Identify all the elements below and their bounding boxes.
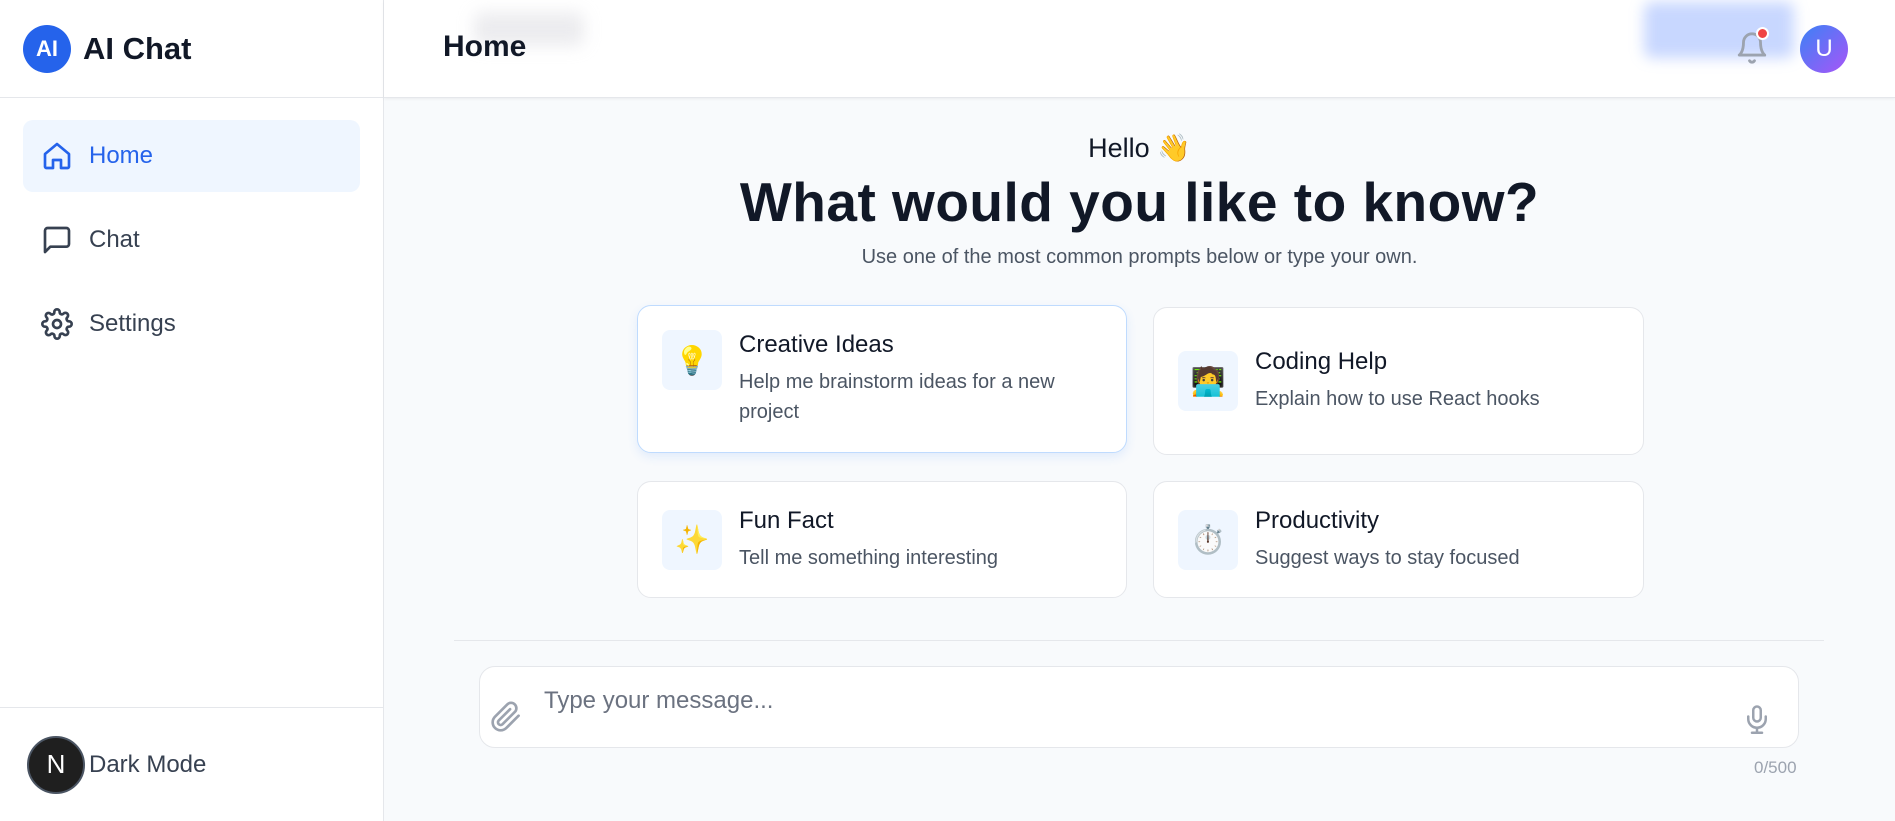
character-counter: 0/500 xyxy=(1754,758,1797,777)
technologist-icon: 🧑‍💻 xyxy=(1178,351,1238,411)
prompt-card-fun-fact[interactable]: ✨ Fun Fact Tell me something interesting xyxy=(637,481,1127,598)
sidebar-item-home[interactable]: Home xyxy=(23,120,360,192)
notification-dot xyxy=(1756,27,1769,40)
dark-mode-badge-icon[interactable]: N xyxy=(27,735,85,794)
sidebar-nav: Home Chat Settings xyxy=(0,98,383,394)
prompt-card-description: Tell me something interesting xyxy=(739,546,999,569)
message-composer xyxy=(479,666,1799,748)
top-header: Home U xyxy=(384,0,1895,98)
microphone-icon xyxy=(1747,705,1767,734)
chat-bubble-icon xyxy=(43,226,71,254)
attach-button[interactable] xyxy=(490,701,522,733)
app-logo[interactable]: AI xyxy=(23,24,71,73)
notifications-button[interactable] xyxy=(1735,27,1769,66)
prompt-card-coding-help[interactable]: 🧑‍💻 Coding Help Explain how to use React… xyxy=(1153,307,1644,455)
paperclip-icon xyxy=(491,701,520,732)
sidebar-item-label: Settings xyxy=(89,310,176,337)
prompt-card-title: Fun Fact xyxy=(739,506,834,534)
sidebar-item-label: Chat xyxy=(89,226,140,253)
prompt-card-title: Productivity xyxy=(1255,506,1380,534)
sidebar-item-chat[interactable]: Chat xyxy=(23,204,360,276)
prompt-card-productivity[interactable]: ⏱️ Productivity Suggest ways to stay foc… xyxy=(1153,481,1644,598)
page-title: Home xyxy=(443,30,527,63)
brand: AI AI Chat xyxy=(0,0,383,98)
lightbulb-icon: 💡 xyxy=(662,330,722,390)
prompt-card-title: Creative Ideas xyxy=(739,331,894,358)
app-name: AI Chat xyxy=(83,30,192,66)
prompt-card-title: Coding Help xyxy=(1255,348,1388,375)
dark-mode-toggle[interactable]: N Dark Mode xyxy=(0,707,383,821)
prompt-card-description: Suggest ways to stay focused xyxy=(1255,546,1520,569)
divider xyxy=(454,640,1824,641)
greeting: Hello 👋 xyxy=(1088,133,1191,163)
sidebar-item-label: Home xyxy=(89,142,154,169)
sidebar: AI AI Chat Home Chat Settings N Dark Mod… xyxy=(0,0,384,821)
headline: What would you like to know? xyxy=(739,171,1540,233)
voice-input-button[interactable] xyxy=(1742,703,1772,735)
main-content: Hello 👋 What would you like to know? Use… xyxy=(384,98,1895,821)
prompt-card-creative-ideas[interactable]: 💡 Creative Ideas Help me brainstorm idea… xyxy=(637,305,1127,453)
sidebar-item-settings[interactable]: Settings xyxy=(23,288,360,360)
user-avatar[interactable]: U xyxy=(1800,25,1848,73)
home-icon xyxy=(43,142,71,170)
subheadline: Use one of the most common prompts below… xyxy=(861,246,1418,268)
blurred-decoration xyxy=(1644,2,1794,58)
gear-icon xyxy=(41,308,73,340)
prompt-card-description: Explain how to use React hooks xyxy=(1255,388,1540,410)
prompt-card-description: Help me brainstorm ideas for a new proje… xyxy=(739,371,1055,423)
dark-mode-label: Dark Mode xyxy=(89,750,207,778)
sparkles-icon: ✨ xyxy=(662,509,722,570)
stopwatch-icon: ⏱️ xyxy=(1178,509,1238,570)
message-input[interactable] xyxy=(544,687,1694,715)
